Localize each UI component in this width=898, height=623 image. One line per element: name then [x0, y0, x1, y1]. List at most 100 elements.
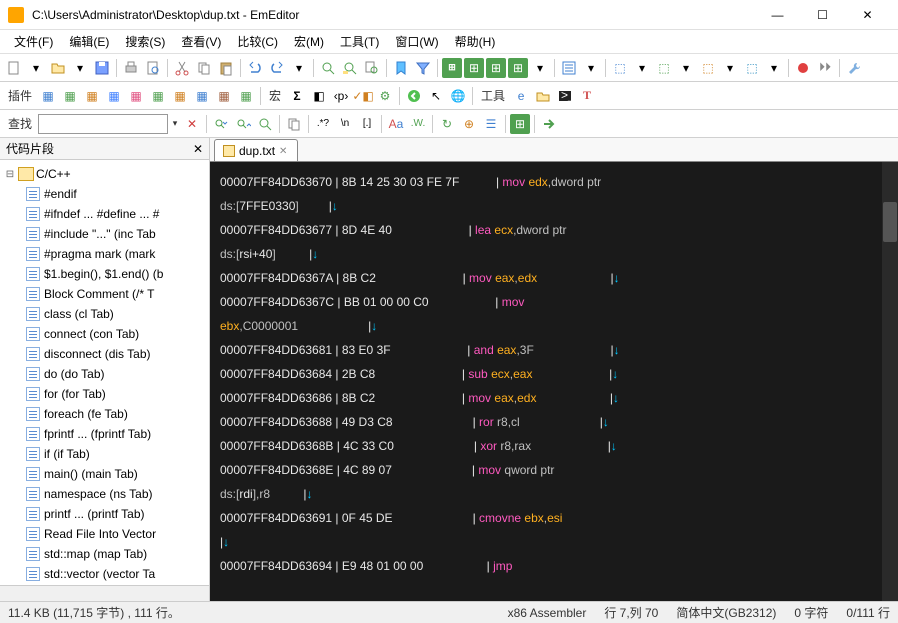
find-input[interactable]: [38, 114, 168, 134]
preview-icon[interactable]: [143, 58, 163, 78]
dropdown-icon[interactable]: ▾: [170, 118, 180, 129]
play-icon[interactable]: ⏵⏵: [815, 58, 835, 78]
tool3-icon[interactable]: ⬚: [698, 58, 718, 78]
macro-check-icon[interactable]: ✓◧: [353, 86, 373, 106]
print-icon[interactable]: [121, 58, 141, 78]
tree-item[interactable]: disconnect (dis Tab): [2, 344, 207, 364]
dropdown-icon[interactable]: ▾: [70, 58, 90, 78]
menu-item[interactable]: 宏(M): [286, 31, 332, 52]
globe-icon[interactable]: 🌐: [448, 86, 468, 106]
new-icon[interactable]: [4, 58, 24, 78]
find-icon[interactable]: [318, 58, 338, 78]
tree-item[interactable]: foreach (fe Tab): [2, 404, 207, 424]
macro-p-icon[interactable]: ‹p›: [331, 86, 351, 106]
csv3-icon[interactable]: ⊞: [486, 58, 506, 78]
escape-icon[interactable]: \n: [335, 114, 355, 134]
list-icon[interactable]: ☰: [481, 114, 501, 134]
word-icon[interactable]: .W.: [408, 114, 428, 134]
find-prev-icon[interactable]: [211, 114, 231, 134]
plugin-icon[interactable]: ▦: [126, 86, 146, 106]
dropdown-icon[interactable]: ▾: [632, 58, 652, 78]
dropdown-icon[interactable]: ▾: [289, 58, 309, 78]
close-find-icon[interactable]: ✕: [182, 114, 202, 134]
plugin-icon[interactable]: ▦: [192, 86, 212, 106]
menu-item[interactable]: 比较(C): [229, 31, 286, 52]
paste-icon[interactable]: [216, 58, 236, 78]
count-icon[interactable]: ⊕: [459, 114, 479, 134]
menu-item[interactable]: 文件(F): [6, 31, 61, 52]
ie-icon[interactable]: e: [511, 86, 531, 106]
filter-icon[interactable]: [413, 58, 433, 78]
sidebar-hscroll[interactable]: [0, 585, 209, 601]
plugin-icon[interactable]: ▦: [82, 86, 102, 106]
menu-item[interactable]: 窗口(W): [387, 31, 446, 52]
bookmark-icon[interactable]: [391, 58, 411, 78]
menu-item[interactable]: 工具(T): [332, 31, 387, 52]
plugin-icon[interactable]: ▦: [148, 86, 168, 106]
dropdown-icon[interactable]: ▾: [530, 58, 550, 78]
tool2-icon[interactable]: ⬚: [654, 58, 674, 78]
csv4-icon[interactable]: ⊞: [508, 58, 528, 78]
open-icon[interactable]: [48, 58, 68, 78]
dropdown-icon[interactable]: ▾: [676, 58, 696, 78]
back-icon[interactable]: [404, 86, 424, 106]
menu-item[interactable]: 帮助(H): [447, 31, 504, 52]
copy2-icon[interactable]: [284, 114, 304, 134]
tree-item[interactable]: connect (con Tab): [2, 324, 207, 344]
plugin-icon[interactable]: ▦: [236, 86, 256, 106]
go-icon[interactable]: [539, 114, 559, 134]
tool4-icon[interactable]: ⬚: [742, 58, 762, 78]
redo-icon[interactable]: [267, 58, 287, 78]
dropdown-icon[interactable]: ▾: [720, 58, 740, 78]
tree-item[interactable]: #include "..." (inc Tab: [2, 224, 207, 244]
explorer-icon[interactable]: [533, 86, 553, 106]
case-icon[interactable]: Aa: [386, 114, 406, 134]
macro-tool-icon[interactable]: ⚙: [375, 86, 395, 106]
tree-item[interactable]: #endif: [2, 184, 207, 204]
tree-item[interactable]: $1.begin(), $1.end() (b: [2, 264, 207, 284]
tab-dup[interactable]: dup.txt ✕: [214, 139, 298, 161]
dropdown-icon[interactable]: ▾: [581, 58, 601, 78]
tree-root[interactable]: ⊟ C/C++: [2, 164, 207, 184]
tree-item[interactable]: Read File Into Vector: [2, 524, 207, 544]
csv-icon[interactable]: ⊞: [442, 58, 462, 78]
save-icon[interactable]: [92, 58, 112, 78]
plugin-icon[interactable]: ▦: [104, 86, 124, 106]
editor-content[interactable]: 00007FF84DD63670 | 8B 14 25 30 03 FE 7F …: [210, 162, 898, 601]
copy-icon[interactable]: [194, 58, 214, 78]
cmd-icon[interactable]: >_: [555, 86, 575, 106]
outline-icon[interactable]: [559, 58, 579, 78]
plugin-icon[interactable]: ▦: [38, 86, 58, 106]
editor-vscroll[interactable]: [882, 162, 898, 601]
tree-item[interactable]: namespace (ns Tab): [2, 484, 207, 504]
menu-item[interactable]: 搜索(S): [117, 31, 173, 52]
csv2-icon[interactable]: ⊞: [464, 58, 484, 78]
cut-icon[interactable]: [172, 58, 192, 78]
find-in-files-icon[interactable]: [362, 58, 382, 78]
tree-item[interactable]: printf ... (printf Tab): [2, 504, 207, 524]
tree-item[interactable]: #ifndef ... #define ... #: [2, 204, 207, 224]
snippets-tree[interactable]: ⊟ C/C++ #endif#ifndef ... #define ... ##…: [0, 160, 209, 585]
collapse-icon[interactable]: ⊟: [4, 169, 16, 180]
text-icon[interactable]: T: [577, 86, 597, 106]
tree-item[interactable]: for (for Tab): [2, 384, 207, 404]
tree-item[interactable]: if (if Tab): [2, 444, 207, 464]
macro-btn-icon[interactable]: ◧: [309, 86, 329, 106]
regex-icon[interactable]: .*?: [313, 114, 333, 134]
tree-item[interactable]: std::map (map Tab): [2, 544, 207, 564]
cursor-icon[interactable]: ↖: [426, 86, 446, 106]
tree-item[interactable]: do (do Tab): [2, 364, 207, 384]
close-button[interactable]: ✕: [845, 0, 890, 30]
tree-item[interactable]: #pragma mark (mark: [2, 244, 207, 264]
sidebar-close-icon[interactable]: ✕: [193, 142, 203, 156]
tree-item[interactable]: class (cl Tab): [2, 304, 207, 324]
maximize-button[interactable]: ☐: [800, 0, 845, 30]
dropdown-icon[interactable]: ▾: [26, 58, 46, 78]
tool1-icon[interactable]: ⬚: [610, 58, 630, 78]
record-icon[interactable]: [793, 58, 813, 78]
replace-icon[interactable]: [340, 58, 360, 78]
tab-close-icon[interactable]: ✕: [279, 146, 289, 156]
wrap-icon[interactable]: ↻: [437, 114, 457, 134]
sigma-icon[interactable]: Σ: [287, 86, 307, 106]
wrench-icon[interactable]: [844, 58, 864, 78]
